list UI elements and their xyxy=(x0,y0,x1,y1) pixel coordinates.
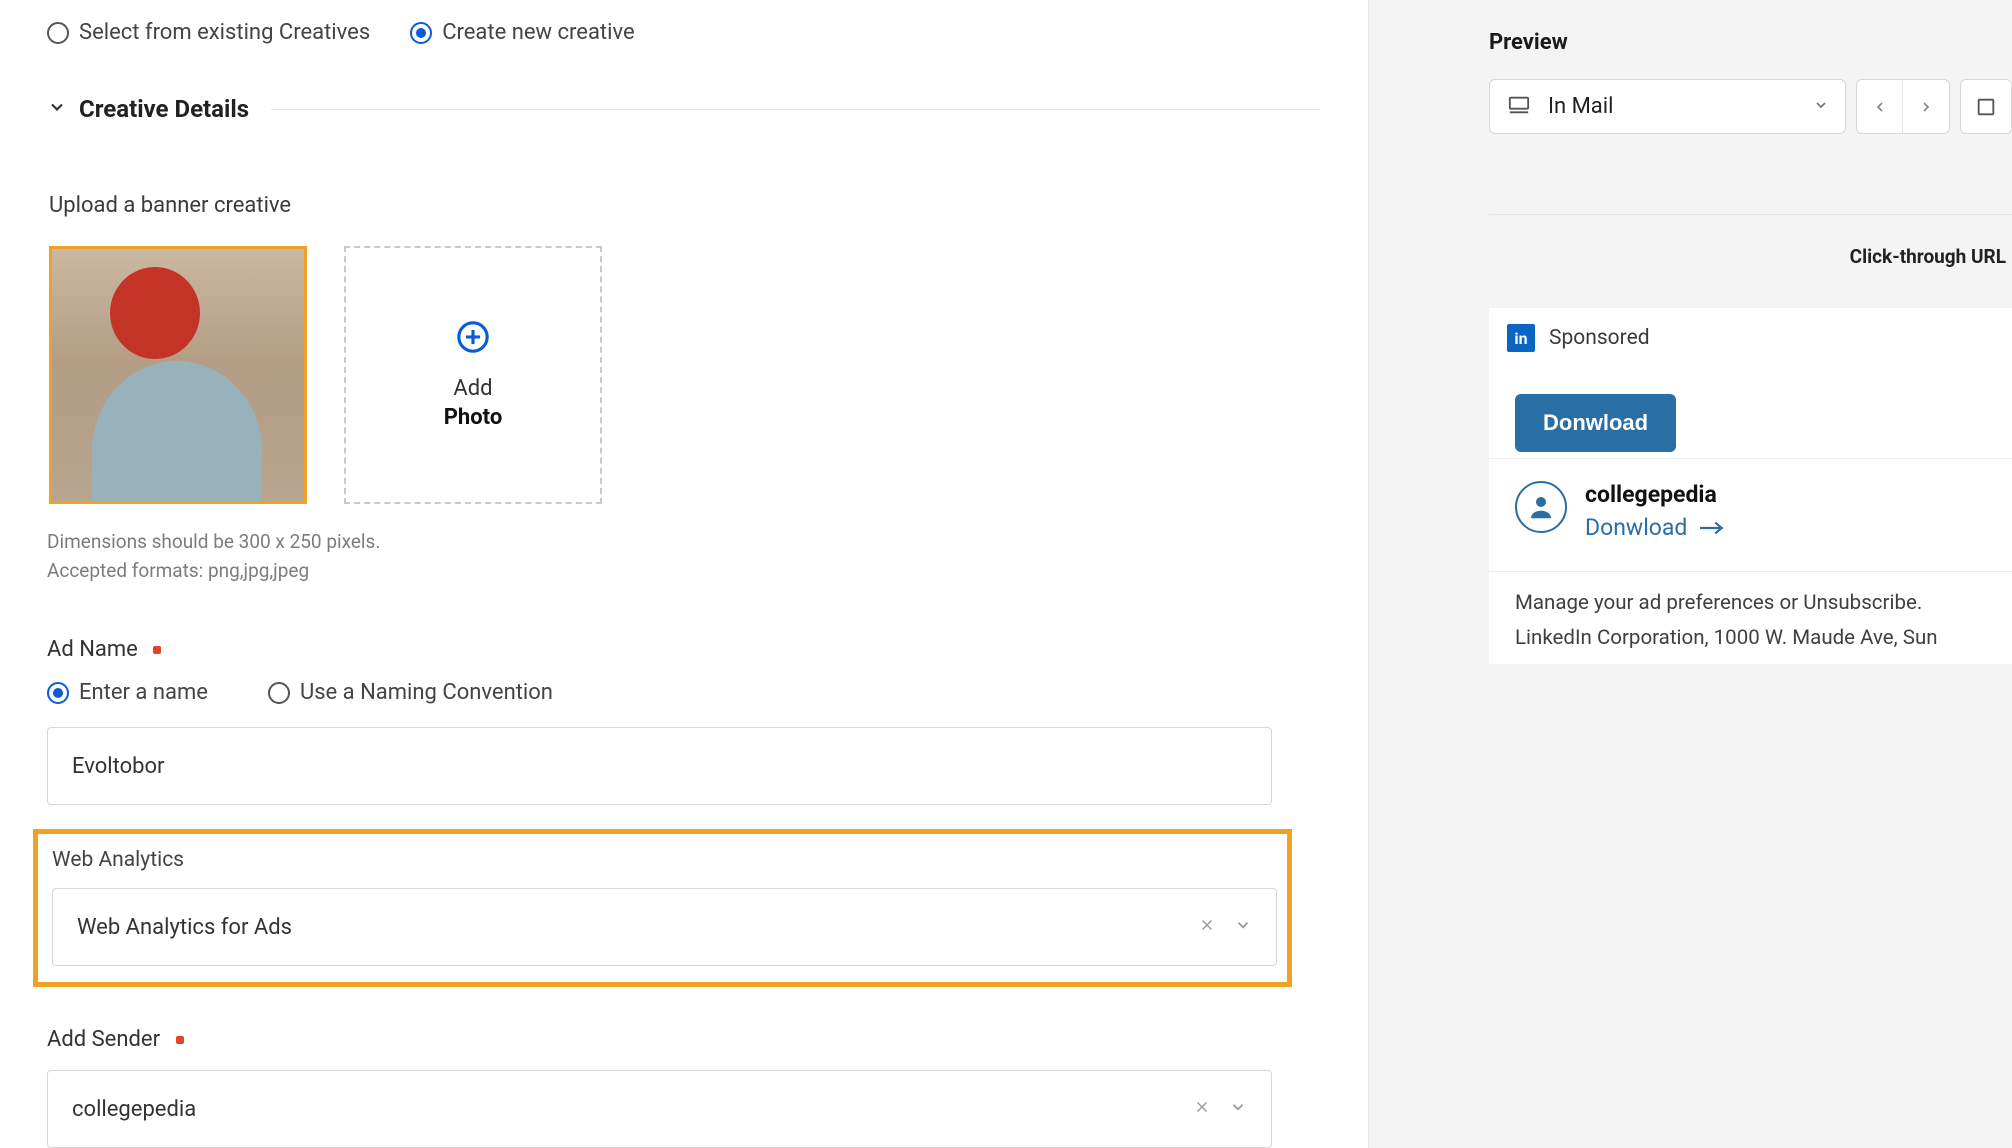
dim-line2: Accepted formats: png,jpg,jpeg xyxy=(47,557,1320,586)
preview-panel: Preview In Mail Click-through URL in Spo xyxy=(1368,0,2012,1148)
prev-button[interactable] xyxy=(1857,80,1903,133)
add-sender-select[interactable]: collegepedia xyxy=(47,1070,1272,1148)
profile-name: collegepedia xyxy=(1585,481,1725,508)
radio-icon xyxy=(47,682,69,704)
cta-area: Donwload xyxy=(1489,368,2012,458)
web-analytics-select[interactable]: Web Analytics for Ads xyxy=(52,888,1277,966)
manage-line2: LinkedIn Corporation, 1000 W. Maude Ave,… xyxy=(1515,621,1986,656)
radio-select-existing[interactable]: Select from existing Creatives xyxy=(47,20,370,45)
upload-banner-label: Upload a banner creative xyxy=(49,193,1320,218)
web-analytics-value: Web Analytics for Ads xyxy=(77,915,292,940)
radio-create-new-label: Create new creative xyxy=(442,20,634,45)
radio-icon xyxy=(410,22,432,44)
clear-icon[interactable] xyxy=(1193,1097,1211,1122)
ad-name-value: Evoltobor xyxy=(72,754,165,779)
creative-details-header[interactable]: Creative Details xyxy=(47,95,1320,123)
chevron-down-icon[interactable] xyxy=(1234,915,1252,940)
banner-thumbnail[interactable] xyxy=(49,246,307,504)
ad-name-label-text: Ad Name xyxy=(47,637,138,662)
dimensions-note: Dimensions should be 300 x 250 pixels. A… xyxy=(47,528,1320,585)
desktop-icon xyxy=(1506,94,1532,120)
profile-link[interactable]: Donwload xyxy=(1585,514,1725,541)
radio-create-new[interactable]: Create new creative xyxy=(410,20,634,45)
ad-name-input[interactable]: Evoltobor xyxy=(47,727,1272,805)
preview-mode-label: In Mail xyxy=(1548,94,1797,119)
web-analytics-block: Web Analytics Web Analytics for Ads xyxy=(33,829,1292,987)
dim-line1: Dimensions should be 300 x 250 pixels. xyxy=(47,528,1320,557)
radio-naming-convention[interactable]: Use a Naming Convention xyxy=(268,680,553,705)
add-sender-block: Add Sender collegepedia xyxy=(47,1027,1320,1148)
ad-name-label: Ad Name xyxy=(47,637,1320,662)
chevron-down-icon[interactable] xyxy=(1229,1097,1247,1122)
radio-enter-name-label: Enter a name xyxy=(79,680,208,705)
required-icon xyxy=(176,1036,184,1044)
avatar-icon xyxy=(1515,481,1567,533)
profile-link-text: Donwload xyxy=(1585,514,1687,541)
add-sender-value: collegepedia xyxy=(72,1097,196,1122)
manage-preferences: Manage your ad preferences or Unsubscrib… xyxy=(1489,571,2012,664)
radio-naming-convention-label: Use a Naming Convention xyxy=(300,680,553,705)
chevron-down-icon xyxy=(47,97,67,122)
section-title: Creative Details xyxy=(79,95,249,123)
add-photo-button[interactable]: Add Photo xyxy=(344,246,602,504)
sponsored-label: Sponsored xyxy=(1549,326,1650,350)
cta-button[interactable]: Donwload xyxy=(1515,394,1676,452)
ad-preview: Click-through URL in Sponsored Donwload … xyxy=(1489,214,2012,664)
ad-name-options: Enter a name Use a Naming Convention xyxy=(47,680,1320,705)
radio-enter-name[interactable]: Enter a name xyxy=(47,680,208,705)
expand-button[interactable] xyxy=(1960,79,2012,134)
add-photo-text2: Photo xyxy=(444,405,503,430)
select-controls xyxy=(1193,1097,1247,1122)
manage-line1: Manage your ad preferences or Unsubscrib… xyxy=(1515,586,1986,621)
required-icon xyxy=(153,646,161,654)
next-button[interactable] xyxy=(1903,80,1949,133)
divider xyxy=(271,109,1320,110)
preview-title: Preview xyxy=(1489,30,2012,55)
preview-nav xyxy=(1856,79,1950,134)
creative-source-options: Select from existing Creatives Create ne… xyxy=(47,20,1320,45)
preview-mode-select[interactable]: In Mail xyxy=(1489,79,1846,134)
ad-name-block: Ad Name Enter a name Use a Naming Conven… xyxy=(47,637,1320,805)
linkedin-icon: in xyxy=(1507,324,1535,352)
profile-row: collegepedia Donwload xyxy=(1489,458,2012,571)
web-analytics-label: Web Analytics xyxy=(52,848,1273,872)
clear-icon[interactable] xyxy=(1198,915,1216,940)
add-sender-label-text: Add Sender xyxy=(47,1027,160,1052)
chevron-down-icon xyxy=(1813,97,1829,117)
radio-icon xyxy=(268,682,290,704)
radio-icon xyxy=(47,22,69,44)
add-sender-label: Add Sender xyxy=(47,1027,1320,1052)
sponsored-row: in Sponsored xyxy=(1489,308,2012,368)
preview-controls: In Mail xyxy=(1489,79,2012,134)
click-through-url-label: Click-through URL xyxy=(1489,245,2012,268)
upload-row: Add Photo xyxy=(49,246,1320,504)
add-photo-text1: Add xyxy=(453,376,492,401)
radio-select-existing-label: Select from existing Creatives xyxy=(79,20,370,45)
plus-circle-icon xyxy=(456,320,490,354)
select-controls xyxy=(1198,915,1252,940)
